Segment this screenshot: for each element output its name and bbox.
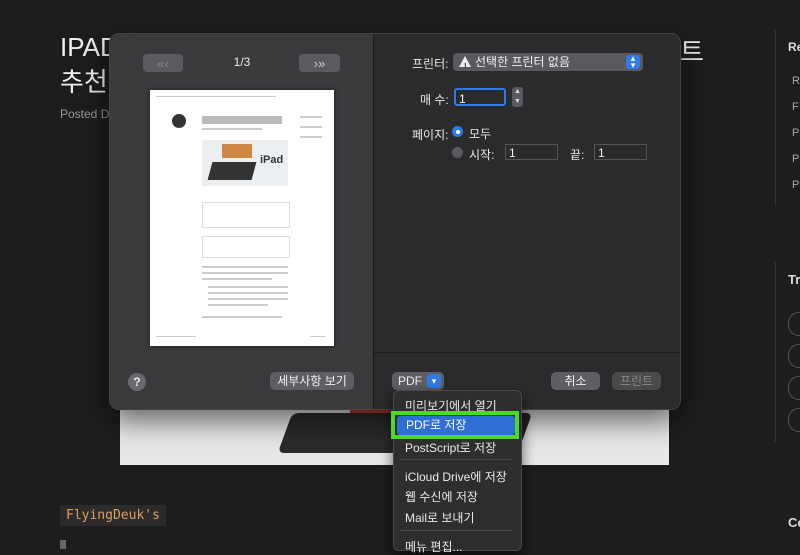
preview-footer-line xyxy=(310,336,326,337)
copies-input[interactable]: 1 xyxy=(454,88,506,106)
preview-footer-line xyxy=(156,336,196,337)
quote-bar xyxy=(60,540,66,549)
preview-text-line xyxy=(202,266,288,268)
tag-pill[interactable] xyxy=(788,408,800,432)
menu-separator xyxy=(400,459,512,460)
sidebar-item[interactable]: P xyxy=(792,179,799,191)
author-tag: FlyingDeuk's xyxy=(60,505,166,526)
tag-pill[interactable] xyxy=(788,376,800,400)
menu-item-send-in-mail[interactable]: Mail로 보내기 xyxy=(405,509,475,526)
sidebar-heading-comments: Co xyxy=(788,515,800,530)
preview-avatar xyxy=(172,114,186,128)
preview-header-line xyxy=(156,96,276,97)
page-title-line2: 추천 xyxy=(60,67,108,97)
pdf-menu-button[interactable]: PDF ▾ xyxy=(392,372,444,390)
copies-stepper[interactable]: ▲ ▼ xyxy=(512,87,523,107)
pages-to-input[interactable]: 1 xyxy=(594,144,647,160)
printer-value: 선택한 프린터 없음 xyxy=(475,55,570,69)
preview-text-line xyxy=(300,136,322,138)
printer-select[interactable]: ! 선택한 프린터 없음 ▴ ▾ xyxy=(453,53,643,71)
preview-image-text: iPad xyxy=(260,154,284,166)
sidebar-item[interactable]: P xyxy=(792,127,799,139)
print-dialog: «‹ 1/3 ›» iPad ? 세부사항 보기 프린터: ! 선택한 프린터 … xyxy=(109,33,681,410)
preview-title-block xyxy=(202,116,282,124)
pdf-button-label: PDF xyxy=(398,374,422,388)
tag-pill[interactable] xyxy=(788,312,800,336)
menu-item-save-as-postscript[interactable]: PostScript로 저장 xyxy=(405,439,496,456)
page-indicator: 1/3 xyxy=(233,55,251,69)
preview-text-line xyxy=(202,128,262,130)
page-title-tail: 트 xyxy=(680,37,704,67)
next-page-button[interactable]: ›» xyxy=(299,54,340,72)
sidebar-item[interactable]: P xyxy=(792,153,799,165)
chevron-down-icon: ▾ xyxy=(427,374,441,388)
tag-pill[interactable] xyxy=(788,344,800,368)
page-preview: iPad xyxy=(150,90,334,346)
menu-item-save-to-icloud[interactable]: iCloud Drive에 저장 xyxy=(405,468,507,485)
preview-text-line xyxy=(202,316,282,318)
sidebar-item[interactable]: F xyxy=(792,101,799,113)
print-button[interactable]: 프린트 xyxy=(612,372,661,390)
preview-pane: «‹ 1/3 ›» iPad ? 세부사항 보기 xyxy=(110,34,373,409)
copies-label: 매 수: xyxy=(420,93,449,107)
pages-from-input[interactable]: 1 xyxy=(505,144,558,160)
footer-divider xyxy=(373,352,680,353)
preview-text-line xyxy=(300,116,322,118)
preview-text-line xyxy=(202,278,272,280)
sidebar-item[interactable]: R xyxy=(792,75,800,87)
chevron-left-icon: «‹ xyxy=(157,55,169,71)
menu-item-save-to-web-receipts[interactable]: 웹 수신에 저장 xyxy=(405,488,478,505)
updown-chevron-icon: ▴ ▾ xyxy=(626,54,640,70)
sidebar-heading-tags: Tr xyxy=(788,272,800,287)
help-button[interactable]: ? xyxy=(128,373,146,391)
printer-label: 프린터: xyxy=(412,57,449,71)
pages-all-label: 모두 xyxy=(469,127,492,141)
pages-label: 페이지: xyxy=(412,128,449,142)
preview-text-line xyxy=(208,298,288,300)
sidebar-tags xyxy=(775,262,776,442)
preview-text-line xyxy=(208,292,288,294)
pages-to-label: 끝: xyxy=(570,148,585,162)
annotation-highlight-box xyxy=(391,411,519,439)
menu-separator xyxy=(400,530,512,531)
warning-icon: ! xyxy=(459,56,471,71)
prev-page-button[interactable]: «‹ xyxy=(143,54,183,72)
preview-text-line xyxy=(300,126,322,128)
pages-range-radio[interactable] xyxy=(452,147,463,158)
preview-text-line xyxy=(208,286,288,288)
preview-image-ipad xyxy=(222,144,252,158)
sidebar-heading: Re xyxy=(788,40,800,54)
chevron-right-icon: ›» xyxy=(313,55,326,71)
preview-image-keyboard xyxy=(207,162,257,180)
pages-all-radio[interactable] xyxy=(452,126,463,137)
pages-from-label: 시작: xyxy=(469,148,495,162)
preview-text-line xyxy=(202,272,288,274)
menu-item-edit-menu[interactable]: 메뉴 편집... xyxy=(405,538,463,555)
preview-box xyxy=(202,202,290,228)
preview-text-line xyxy=(208,304,268,306)
preview-box xyxy=(202,236,290,258)
show-details-button[interactable]: 세부사항 보기 xyxy=(270,372,354,390)
preview-image: iPad xyxy=(202,140,288,186)
posted-date: Posted D xyxy=(60,107,110,121)
cancel-button[interactable]: 취소 xyxy=(551,372,600,390)
